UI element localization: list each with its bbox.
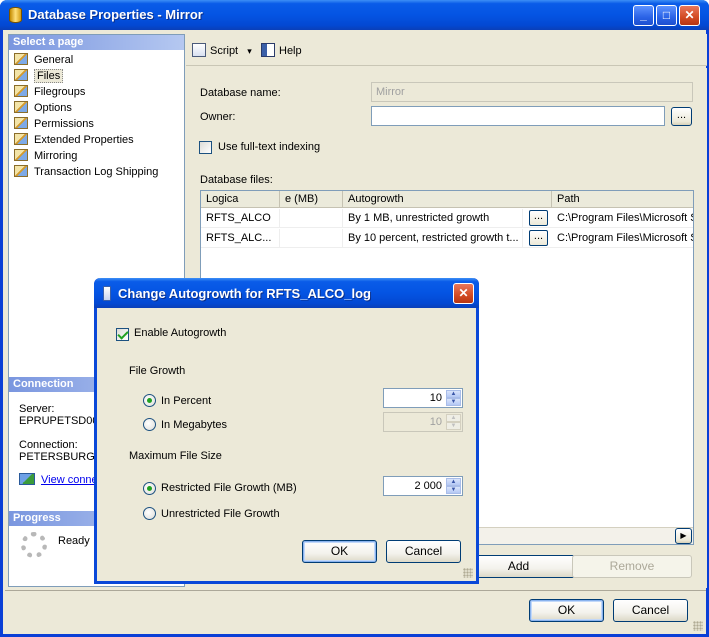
scroll-right-button[interactable]: ▶	[675, 528, 692, 544]
select-page-header: Select a page	[9, 35, 184, 50]
page-item-options[interactable]: Options	[14, 100, 72, 116]
page-icon	[14, 85, 28, 97]
autogrowth-browse-button[interactable]: ...	[529, 210, 548, 226]
page-icon	[14, 117, 28, 129]
autogrowth-browse-button[interactable]: ...	[529, 230, 548, 246]
column-header-autogrowth[interactable]: Autogrowth	[343, 191, 552, 208]
dialog-cancel-button[interactable]: Cancel	[386, 540, 461, 563]
ok-button[interactable]: OK	[529, 599, 604, 622]
view-connection-link[interactable]: View conne	[19, 473, 98, 486]
spin-up-icon: ▲	[446, 414, 461, 422]
connection-label: Connection:	[19, 439, 78, 451]
dialog-icon	[103, 286, 111, 301]
connection-value: PETERSBURG\	[19, 451, 98, 463]
window-title: Database Properties - Mirror	[28, 7, 203, 22]
database-icon	[9, 7, 22, 23]
server-value: EPRUPETSD00	[19, 415, 99, 427]
unrestricted-growth-radio[interactable]	[143, 507, 156, 520]
page-item-general[interactable]: General	[14, 52, 73, 68]
column-header-path[interactable]: Path	[552, 191, 693, 208]
page-icon	[14, 165, 28, 177]
database-name-label: Database name:	[200, 87, 281, 99]
server-label: Server:	[19, 403, 55, 415]
window-titlebar[interactable]: Database Properties - Mirror _ □ ✕	[0, 0, 709, 30]
fulltext-indexing-checkbox[interactable]	[199, 141, 212, 154]
cell-path: C:\Program Files\Microsoft S	[557, 212, 694, 224]
script-dropdown-arrow[interactable]: ▾	[247, 46, 252, 56]
owner-label: Owner:	[200, 111, 236, 123]
maximize-button[interactable]: □	[656, 5, 677, 26]
cell-size[interactable]	[280, 229, 343, 248]
cell-logical[interactable]: RFTS_ALC...	[201, 229, 280, 248]
connection-properties-icon	[19, 473, 35, 485]
dialog-ok-button[interactable]: OK	[302, 540, 377, 563]
help-button[interactable]: Help	[261, 43, 302, 59]
in-percent-label: In Percent	[161, 395, 212, 407]
script-icon	[192, 43, 206, 57]
page-item-extended-properties[interactable]: Extended Properties	[14, 132, 134, 148]
remove-button[interactable]: Remove	[572, 555, 692, 578]
database-files-label: Database files:	[200, 174, 273, 186]
cell-path: C:\Program Files\Microsoft S	[557, 232, 694, 244]
page-item-files[interactable]: Files	[14, 68, 64, 84]
grid-header: Logica e (MB) Autogrowth Path	[201, 191, 693, 208]
dialog-title: Change Autogrowth for RFTS_ALCO_log	[118, 286, 371, 301]
cell-logical[interactable]: RFTS_ALCO	[201, 209, 280, 228]
dialog-resize-grip-icon[interactable]	[463, 568, 473, 578]
cell-size[interactable]	[280, 209, 343, 228]
progress-spinner-icon	[21, 532, 47, 558]
owner-field[interactable]	[371, 106, 665, 126]
owner-browse-button[interactable]: ...	[671, 107, 692, 126]
percent-stepper[interactable]: 10 ▲ ▼	[383, 388, 463, 408]
restricted-growth-label: Restricted File Growth (MB)	[161, 482, 297, 494]
max-file-size-header: Maximum File Size	[129, 450, 222, 462]
unrestricted-growth-label: Unrestricted File Growth	[161, 508, 280, 520]
in-percent-radio[interactable]	[143, 394, 156, 407]
spin-down-icon: ▼	[446, 422, 461, 430]
column-header-size[interactable]: e (MB)	[280, 191, 343, 208]
page-icon	[14, 101, 28, 113]
spin-down-icon[interactable]: ▼	[446, 486, 461, 494]
file-growth-header: File Growth	[129, 365, 186, 377]
page-icon	[14, 133, 28, 145]
cell-autogrowth: By 1 MB, unrestricted growth	[343, 209, 523, 228]
page-item-permissions[interactable]: Permissions	[14, 116, 94, 132]
change-autogrowth-dialog: Change Autogrowth for RFTS_ALCO_log ✕ En…	[94, 278, 479, 584]
fulltext-indexing-label: Use full-text indexing	[218, 141, 321, 153]
resize-grip-icon[interactable]	[693, 621, 703, 631]
page-icon	[14, 149, 28, 161]
restricted-size-stepper[interactable]: 2 000 ▲ ▼	[383, 476, 463, 496]
in-megabytes-label: In Megabytes	[161, 419, 228, 431]
in-megabytes-radio[interactable]	[143, 418, 156, 431]
script-button[interactable]: Script ▾	[192, 43, 252, 59]
page-icon	[14, 53, 28, 65]
cell-autogrowth: By 10 percent, restricted growth t...	[343, 229, 523, 248]
dialog-close-button[interactable]: ✕	[453, 283, 474, 304]
spin-up-icon[interactable]: ▲	[446, 390, 461, 398]
megabytes-stepper: 10 ▲ ▼	[383, 412, 463, 432]
column-header-logical[interactable]: Logica	[201, 191, 280, 208]
page-item-filegroups[interactable]: Filegroups	[14, 84, 85, 100]
cancel-button[interactable]: Cancel	[613, 599, 688, 622]
database-name-field: Mirror	[371, 82, 693, 102]
restricted-growth-radio[interactable]	[143, 482, 156, 495]
help-icon	[261, 43, 275, 57]
page-item-mirroring[interactable]: Mirroring	[14, 148, 77, 164]
table-row[interactable]: RFTS_ALCO By 1 MB, unrestricted growth .…	[201, 209, 693, 228]
progress-status: Ready	[58, 535, 90, 547]
page-icon	[14, 69, 28, 81]
minimize-button[interactable]: _	[633, 5, 654, 26]
dialog-titlebar[interactable]: Change Autogrowth for RFTS_ALCO_log ✕	[94, 278, 479, 308]
toolbar: Script ▾ Help	[186, 34, 707, 66]
spin-up-icon[interactable]: ▲	[446, 478, 461, 486]
table-row[interactable]: RFTS_ALC... By 10 percent, restricted gr…	[201, 229, 693, 248]
close-button[interactable]: ✕	[679, 5, 700, 26]
enable-autogrowth-checkbox[interactable]	[116, 328, 129, 341]
enable-autogrowth-label: Enable Autogrowth	[134, 327, 227, 339]
bottom-separator	[5, 590, 706, 591]
page-item-transaction-log-shipping[interactable]: Transaction Log Shipping	[14, 164, 158, 180]
spin-down-icon[interactable]: ▼	[446, 398, 461, 406]
